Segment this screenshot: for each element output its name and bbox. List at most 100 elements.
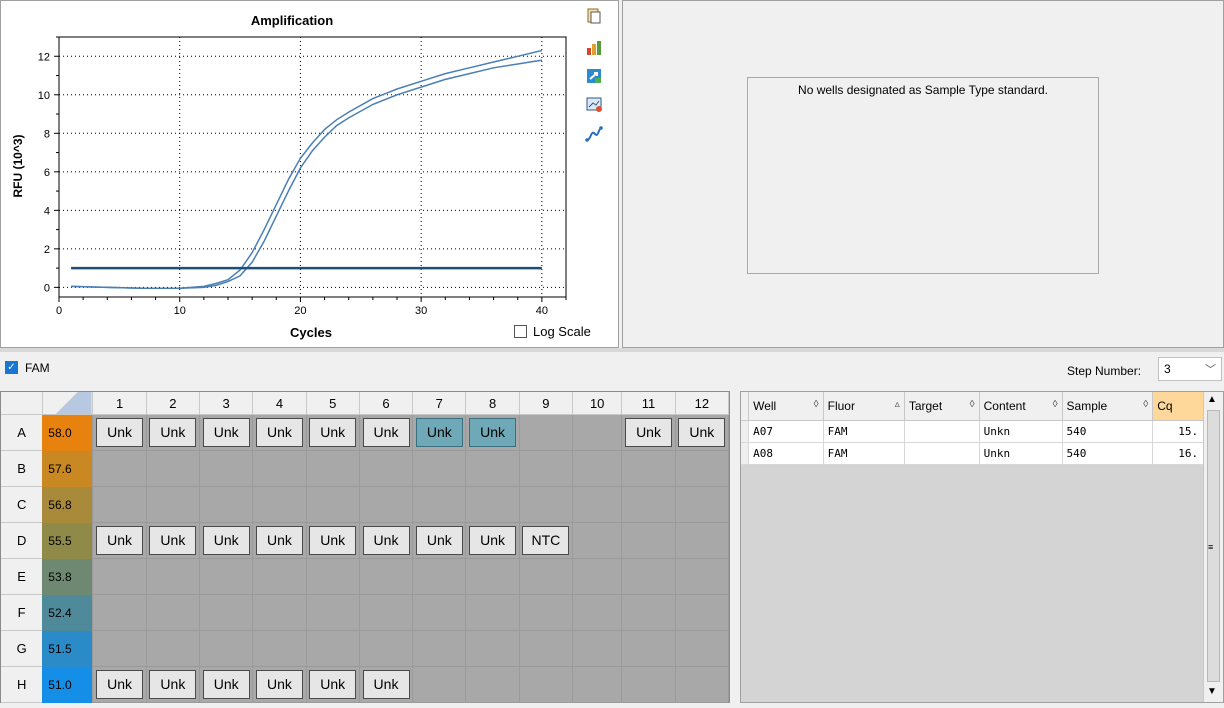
sort-icon[interactable]: ◊ [970,399,975,410]
plate-well[interactable] [199,594,254,631]
plate-well[interactable]: Unk [412,522,467,559]
plate-well[interactable] [412,450,467,487]
plate-well[interactable] [412,666,467,703]
plate-well[interactable] [305,630,360,667]
plate-well[interactable]: Unk [145,522,201,559]
plate-well[interactable] [412,630,467,667]
plate-column-header[interactable]: 7 [412,392,467,415]
plate-column-header[interactable]: 6 [359,392,414,415]
plate-well[interactable] [621,450,676,487]
plate-well[interactable] [145,630,201,667]
plate-well[interactable]: Unk [92,666,147,703]
results-column-header[interactable]: Well ◊ [748,392,824,421]
plate-well[interactable] [199,486,254,523]
plate-well[interactable] [252,558,307,595]
plate-well[interactable] [621,558,676,595]
plate-well[interactable]: Unk [252,414,307,451]
plate-well[interactable] [145,486,201,523]
plate-well[interactable] [252,594,307,631]
sort-icon[interactable]: ▵ [895,399,900,410]
plate-well[interactable] [518,450,573,487]
plate-well[interactable] [199,630,254,667]
plate-well[interactable] [145,450,201,487]
plate-well[interactable] [621,666,676,703]
plate-well[interactable]: Unk [305,414,360,451]
plate-well[interactable] [412,594,467,631]
plate-well[interactable]: NTC [518,522,573,559]
plate-row-header[interactable]: F [1,594,43,631]
plate-well[interactable]: Unk [358,522,414,559]
plate-well[interactable]: Unk [252,522,307,559]
sort-icon[interactable]: ◊ [1143,399,1148,410]
plate-well[interactable] [621,522,676,559]
plate-row-header[interactable]: B [1,450,43,487]
plate-well[interactable] [621,594,676,631]
plate-well[interactable] [412,558,467,595]
sort-icon[interactable]: ◊ [814,399,819,410]
plate-row-header[interactable]: E [1,558,43,595]
plate-well[interactable]: Unk [465,414,520,451]
plate-column-header[interactable]: 12 [675,392,730,415]
plate-well[interactable] [145,558,201,595]
plate-well[interactable]: Unk [305,666,360,703]
plate-well[interactable] [518,630,573,667]
plate-corner[interactable] [1,392,43,415]
plate-well[interactable] [465,558,520,595]
plate-well[interactable] [518,594,573,631]
plate-column-header[interactable]: 2 [146,392,201,415]
export-chart-icon[interactable] [585,39,603,57]
plate-well[interactable]: Unk [674,414,730,451]
plate-well[interactable] [199,558,254,595]
results-scrollbar[interactable]: ▲ ≡ ▼ [1203,392,1223,702]
row-selector[interactable] [741,420,750,443]
plate-well[interactable] [674,522,730,559]
plate-well[interactable] [358,558,414,595]
export-data-icon[interactable] [585,67,603,85]
chart-settings-icon[interactable] [585,95,603,113]
plate-well[interactable]: Unk [465,522,520,559]
plate-well[interactable] [674,666,730,703]
plate-well[interactable] [358,630,414,667]
plate-well[interactable]: Unk [305,522,360,559]
plate-well[interactable] [518,414,573,451]
results-column-header[interactable]: Fluor ▵ [823,392,905,421]
copy-icon[interactable] [585,7,603,25]
plate-well[interactable]: Unk [358,666,414,703]
plate-well[interactable] [518,486,573,523]
plate-well[interactable]: Unk [92,522,147,559]
plate-well[interactable]: Unk [92,414,147,451]
step-number-select[interactable]: 3 ﹀ [1158,357,1222,381]
plate-well[interactable] [252,486,307,523]
plate-column-header[interactable]: 11 [621,392,676,415]
plate-well[interactable]: Unk [199,522,254,559]
plate-select-all[interactable] [42,392,94,415]
plate-well[interactable] [518,558,573,595]
fam-checkbox[interactable]: ✓ [5,361,18,374]
results-row[interactable]: A08 FAM Unkn 540 16. 04 [741,442,1223,465]
plate-well[interactable] [571,594,623,631]
results-column-header[interactable]: Sample ◊ [1062,392,1154,421]
plate-well[interactable] [305,594,360,631]
plate-well[interactable] [621,486,676,523]
plate-well[interactable]: Unk [145,666,201,703]
plate-well[interactable] [92,558,147,595]
plate-well[interactable] [252,630,307,667]
plate-well[interactable] [571,522,623,559]
plate-well[interactable] [674,486,730,523]
plate-well[interactable] [571,450,623,487]
plate-column-header[interactable]: 5 [306,392,360,415]
plate-well[interactable] [674,558,730,595]
plate-well[interactable] [358,450,414,487]
plate-well[interactable] [465,450,520,487]
plate-well[interactable]: Unk [199,666,254,703]
row-selector[interactable] [741,442,750,465]
plate-column-header[interactable]: 3 [199,392,254,415]
plate-well[interactable] [252,450,307,487]
plate-well[interactable] [358,486,414,523]
plate-row-header[interactable]: C [1,486,43,523]
plate-column-header[interactable]: 9 [519,392,573,415]
plate-row-header[interactable]: D [1,522,43,559]
plate-column-header[interactable]: 8 [465,392,520,415]
log-scale-checkbox[interactable] [514,325,527,338]
plate-well[interactable] [92,486,147,523]
